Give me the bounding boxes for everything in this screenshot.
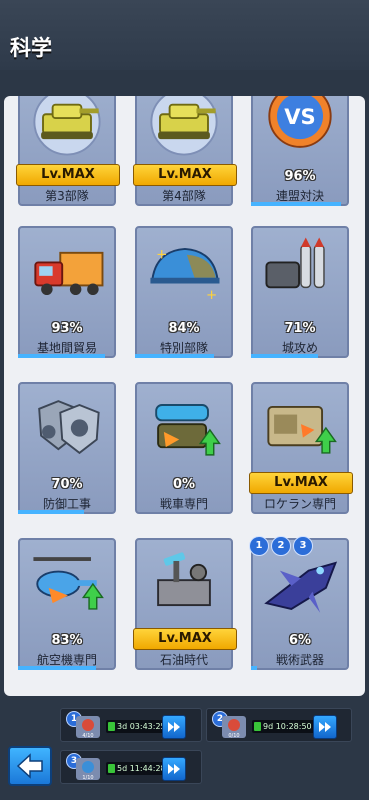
svg-text:+: +	[206, 288, 217, 303]
level-max-badge: Lv.MAX	[249, 472, 353, 494]
research-panel[interactable]: Lv.MAX 第3部隊 Lv.MAX 第4部隊 VS 96% 連盟対決 93% …	[4, 96, 365, 696]
arrow-left-icon	[16, 753, 43, 779]
progress-percent: 83%	[51, 633, 83, 648]
level-max-badge: Lv.MAX	[16, 164, 120, 186]
shields-icon	[38, 400, 100, 455]
progress-percent: 84%	[168, 321, 200, 336]
research-card[interactable]: + + 84% 特別部隊	[135, 226, 233, 358]
speed-up-button[interactable]	[162, 757, 186, 781]
fast-forward-icon	[319, 722, 331, 732]
tier-badge: 1	[249, 536, 269, 556]
progress-percent: 70%	[51, 477, 83, 492]
tier-badge: 3	[293, 536, 313, 556]
oil-pump-icon	[157, 552, 211, 607]
queue-thumb-label: 0/10	[228, 733, 239, 739]
card-name: 第3部隊	[45, 189, 89, 203]
progress-bar	[251, 202, 342, 206]
level-max-badge: Lv.MAX	[133, 164, 237, 186]
research-card[interactable]: 83% 航空機専門	[18, 538, 116, 670]
research-card[interactable]: VS 96% 連盟対決	[251, 96, 349, 206]
progress-bar	[18, 354, 106, 358]
research-card[interactable]: 0% 戦車専門	[135, 382, 233, 514]
card-name: 石油時代	[159, 653, 208, 667]
research-thumbnail-icon: 4/10	[76, 716, 100, 739]
speed-up-button[interactable]	[162, 715, 186, 739]
progress-bar	[251, 354, 318, 358]
tank-gold-icon	[150, 96, 218, 156]
cannon-upgrade-icon	[155, 404, 221, 456]
queue-thumb-label: 4/10	[82, 733, 93, 739]
research-queue[interactable]: 1 4/10 3d 03:43:25	[60, 708, 202, 742]
research-card[interactable]: Lv.MAX 第4部隊	[133, 96, 237, 206]
svg-text:VS: VS	[284, 104, 316, 129]
progress-bar	[18, 510, 84, 514]
helmet-icon: + +	[150, 248, 220, 303]
rocket-launcher-upgrade-icon	[267, 405, 337, 454]
queue-thumb-label: 1/10	[82, 775, 93, 781]
research-card[interactable]: 93% 基地間貿易	[18, 226, 116, 358]
truck-icon	[34, 251, 104, 296]
back-button[interactable]	[8, 746, 52, 786]
versus-icon: VS	[268, 96, 332, 148]
fast-forward-icon	[168, 722, 180, 732]
tier-badges: 1 2 3	[249, 536, 319, 556]
progress-bar	[135, 354, 214, 358]
card-name: 戦車専門	[159, 497, 208, 511]
missiles-icon	[265, 237, 325, 289]
progress-percent: 93%	[51, 321, 83, 336]
helicopter-upgrade-icon	[33, 557, 104, 610]
level-max-badge: Lv.MAX	[133, 628, 237, 650]
progress-percent: 6%	[288, 633, 312, 648]
page-title: 科学	[10, 36, 52, 60]
queue-timer: 5d 11:44:28	[106, 762, 170, 775]
research-thumbnail-icon: 1/10	[76, 758, 100, 781]
progress-percent: 96%	[284, 169, 316, 184]
header-bar: 科学	[0, 0, 369, 70]
research-card[interactable]: Lv.MAX 第3部隊	[16, 96, 120, 206]
queue-timer: 3d 03:43:25	[106, 720, 170, 733]
progress-bar	[251, 666, 257, 670]
queue-timer: 9d 10:28:50	[252, 720, 316, 733]
tier-badge: 2	[271, 536, 291, 556]
progress-bar	[18, 666, 97, 670]
research-thumbnail-icon: 0/10	[222, 716, 246, 739]
speed-up-button[interactable]	[313, 715, 337, 739]
research-card[interactable]: 71% 城攻め	[251, 226, 349, 358]
card-name: ロケラン専門	[263, 497, 336, 511]
research-card[interactable]: 70% 防御工事	[18, 382, 116, 514]
tank-gold-icon	[33, 96, 101, 156]
card-name: 戦術武器	[275, 653, 324, 667]
research-queue[interactable]: 3 1/10 5d 11:44:28	[60, 750, 202, 784]
fast-forward-icon	[168, 764, 180, 774]
card-name: 第4部隊	[162, 189, 206, 203]
progress-percent: 0%	[172, 477, 196, 492]
research-card[interactable]: Lv.MAX ロケラン専門	[249, 382, 353, 514]
research-queue[interactable]: 2 0/10 9d 10:28:50	[206, 708, 352, 742]
svg-text:+: +	[156, 248, 167, 263]
research-card[interactable]: Lv.MAX 石油時代	[133, 538, 237, 670]
research-card[interactable]: 1 2 3 6% 戦術武器	[249, 536, 349, 670]
progress-percent: 71%	[284, 321, 316, 336]
